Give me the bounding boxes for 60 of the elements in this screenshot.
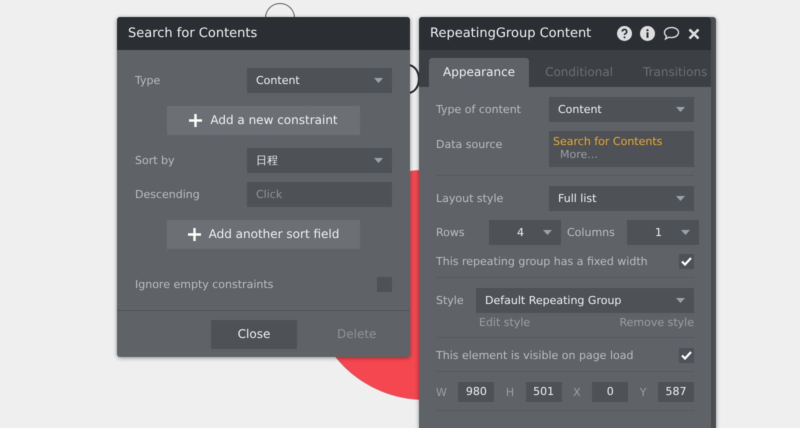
dimension-label: W (436, 386, 447, 398)
field-label: Data source (436, 137, 504, 151)
caret-icon (681, 230, 690, 235)
field-label: Style (436, 293, 465, 307)
close-icon (688, 28, 700, 40)
checkmark-icon (681, 257, 692, 266)
dimension-field[interactable]: 501 (526, 382, 562, 402)
checkbox-label: Ignore empty constraints (135, 278, 274, 290)
dropdown[interactable]: Default Repeating Group (476, 288, 694, 313)
dropdown[interactable]: 1 (627, 220, 699, 245)
dropdown[interactable]: 4 (489, 220, 561, 245)
dropdown-value: Default Repeating Group (485, 294, 622, 307)
close-button[interactable]: Close (211, 320, 297, 348)
checkmark-icon (681, 351, 692, 360)
dropdown[interactable]: 日程 (247, 148, 392, 172)
dropdown[interactable]: Content (549, 97, 694, 122)
data-source-value: Search for Contents (553, 135, 662, 148)
plus-icon (188, 228, 201, 240)
plus-icon (189, 114, 202, 126)
dimension-label: H (506, 386, 514, 398)
field-label: Descending (135, 188, 201, 200)
speech-bubble-icon (663, 26, 680, 41)
field-label: Sort by (135, 154, 176, 166)
caret-icon (374, 158, 383, 162)
tab[interactable]: Appearance (429, 58, 530, 87)
caret-icon (676, 298, 685, 303)
dimension-label: X (573, 386, 581, 398)
checkbox[interactable] (679, 348, 694, 363)
help-icon (617, 26, 632, 41)
data-source-field[interactable]: Search for Contents More... (549, 131, 694, 167)
add-button[interactable]: Add another sort field (167, 220, 360, 248)
dimension-field[interactable]: 0 (592, 382, 628, 402)
field-label: Type of content (436, 103, 522, 116)
dimension-field[interactable]: 980 (458, 382, 494, 402)
dropdown-value: Content (558, 103, 602, 116)
caret-icon (676, 107, 685, 112)
dropdown[interactable]: Full list (549, 186, 694, 211)
window-title: Search for Contents (117, 17, 410, 50)
caret-icon (543, 230, 552, 235)
dropdown[interactable]: Content (247, 68, 392, 92)
dropdown-value: 1 (654, 226, 663, 239)
field-label: Type (135, 74, 162, 86)
checkbox-label: This repeating group has a fixed width (436, 255, 648, 268)
dropdown-value: Full list (558, 192, 596, 205)
panel-title: RepeatingGroup Content (430, 25, 592, 43)
caret-icon (676, 196, 685, 201)
add-button[interactable]: Add a new constraint (167, 106, 360, 134)
dropdown-value: Content (256, 74, 300, 86)
checkbox-label: This element is visible on page load (436, 349, 634, 362)
field-label: Columns (566, 226, 616, 239)
dropdown-value: 日程 (256, 152, 278, 168)
input-field[interactable]: Click (247, 182, 392, 206)
field-label: Rows (436, 226, 466, 239)
field-label: Layout style (436, 192, 504, 205)
dimension-field[interactable]: 587 (658, 382, 694, 402)
caret-icon (374, 78, 383, 82)
info-icon (640, 26, 655, 41)
checkbox[interactable] (679, 254, 694, 269)
dropdown-value: 4 (516, 226, 525, 239)
dimension-label: Y (640, 386, 646, 398)
